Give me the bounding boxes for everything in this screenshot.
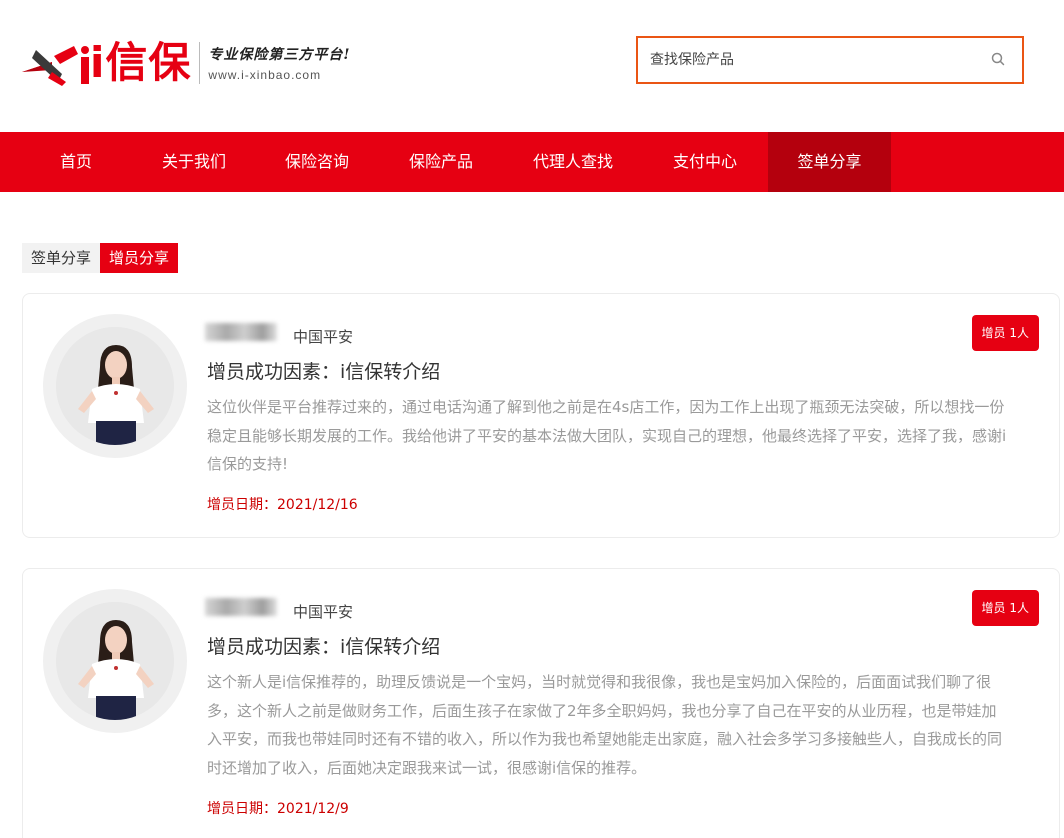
recruit-count-badge: 增员 1人 (972, 315, 1039, 351)
logo-divider (199, 42, 200, 84)
search-button[interactable] (974, 38, 1022, 82)
recruit-date: 增员日期：2021/12/16 (207, 494, 358, 514)
search-input[interactable] (638, 38, 974, 82)
company-name: 中国平安 (293, 326, 353, 347)
logo-text: i信保 (90, 38, 191, 88)
avatar (56, 602, 174, 720)
nav-item-about[interactable]: 关于我们 (148, 132, 240, 192)
tab-sign-share[interactable]: 签单分享 (22, 243, 100, 273)
logo-slogan: 专业保险第三方平台! (208, 44, 350, 64)
logo-url: www.i-xinbao.com (208, 68, 350, 82)
tab-recruit-share[interactable]: 增员分享 (100, 243, 178, 273)
member-name-blurred (205, 598, 277, 616)
nav-item-agent-search[interactable]: 代理人查找 (518, 132, 628, 192)
share-tabs: 签单分享 增员分享 (22, 243, 178, 273)
card-description: 这个新人是i信保推荐的，助理反馈说是一个宝妈，当时就觉得和我很像，我也是宝妈加入… (207, 668, 1007, 782)
nav-item-products[interactable]: 保险产品 (395, 132, 487, 192)
share-card: 中国平安 增员成功因素：i信保转介绍 这位伙伴是平台推荐过来的，通过电话沟通了解… (22, 293, 1060, 538)
card-description: 这位伙伴是平台推荐过来的，通过电话沟通了解到他之前是在4s店工作，因为工作上出现… (207, 393, 1007, 479)
recruit-date: 增员日期：2021/12/9 (207, 798, 349, 818)
logo-mark-icon (22, 38, 92, 88)
nav-item-payment[interactable]: 支付中心 (659, 132, 751, 192)
recruit-count-badge: 增员 1人 (972, 590, 1039, 626)
card-title[interactable]: 增员成功因素：i信保转介绍 (207, 357, 440, 384)
company-name: 中国平安 (293, 601, 353, 622)
nav-item-share[interactable]: 签单分享 (768, 132, 891, 192)
site-header: i信保 专业保险第三方平台! www.i-xinbao.com (0, 0, 1064, 132)
main-nav: 首页 关于我们 保险咨询 保险产品 代理人查找 支付中心 签单分享 (0, 132, 1064, 192)
avatar-ring (43, 589, 187, 733)
site-logo[interactable]: i信保 专业保险第三方平台! www.i-xinbao.com (22, 38, 351, 88)
search-box (636, 36, 1024, 84)
logo-slogan-block: 专业保险第三方平台! www.i-xinbao.com (208, 38, 350, 88)
member-name-blurred (205, 323, 277, 341)
card-title[interactable]: 增员成功因素：i信保转介绍 (207, 632, 440, 659)
avatar-ring (43, 314, 187, 458)
search-icon (991, 51, 1005, 70)
nav-item-home[interactable]: 首页 (30, 132, 122, 192)
share-card: 中国平安 增员成功因素：i信保转介绍 这个新人是i信保推荐的，助理反馈说是一个宝… (22, 568, 1060, 838)
avatar (56, 327, 174, 445)
nav-item-consult[interactable]: 保险咨询 (271, 132, 363, 192)
